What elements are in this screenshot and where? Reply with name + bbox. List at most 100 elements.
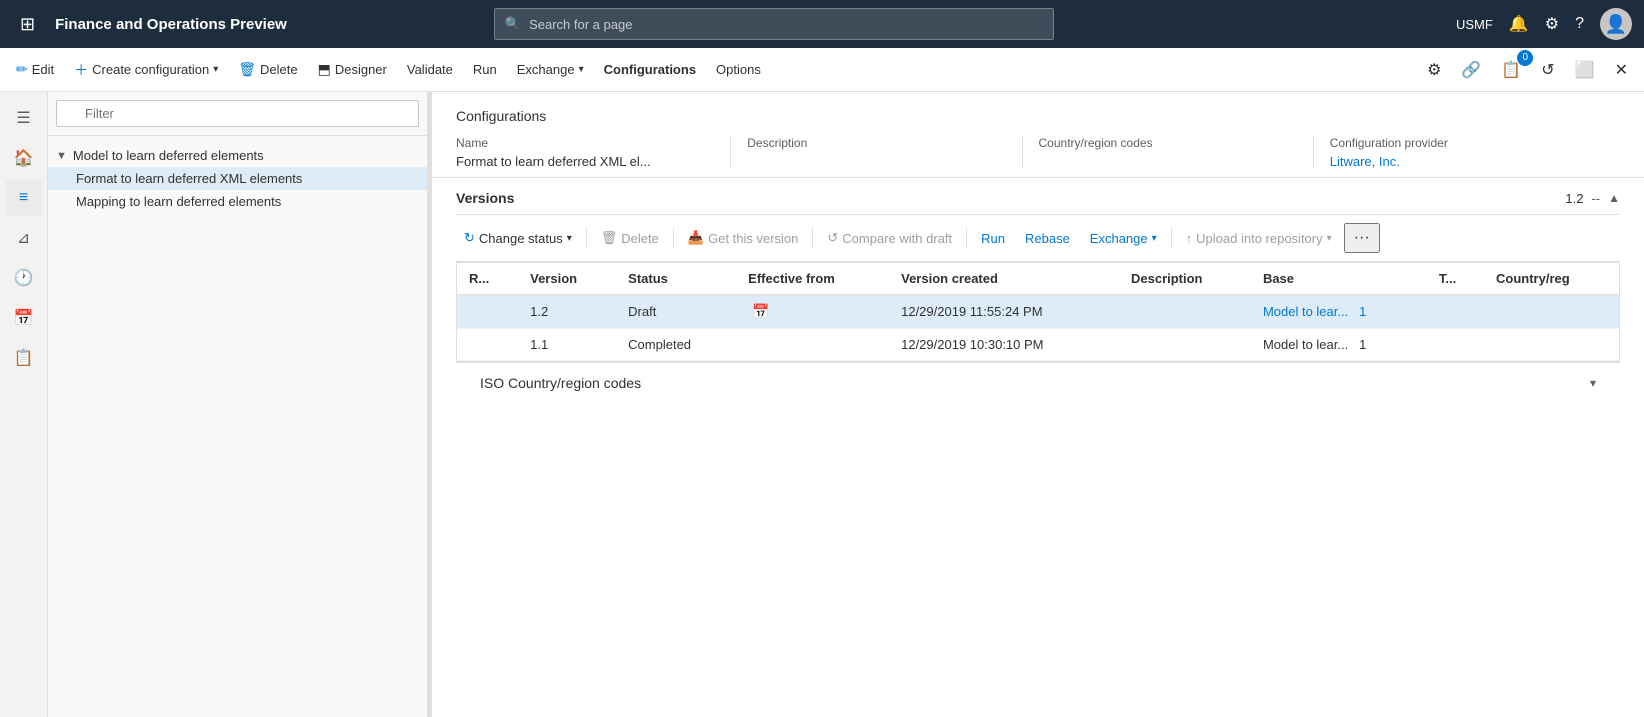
cell-base-1: Model to lear... 1 xyxy=(1251,295,1427,329)
delete-button[interactable]: 🗑 Delete xyxy=(230,55,305,84)
versions-run-button[interactable]: Run xyxy=(973,227,1013,250)
minimize-icon[interactable]: ⬜ xyxy=(1567,54,1603,86)
table-row[interactable]: 1.2 Draft 📅 12/29/2019 11:55:24 PM Model… xyxy=(457,295,1619,329)
tree-root-item[interactable]: ▼ Model to learn deferred elements xyxy=(48,144,427,167)
iso-chevron-icon: ▾ xyxy=(1590,376,1596,390)
cell-created-1: 12/29/2019 11:55:24 PM xyxy=(889,295,1119,329)
bookmark-icon[interactable]: ⚙ xyxy=(1419,54,1449,86)
designer-icon: ⬒ xyxy=(318,61,331,78)
avatar[interactable]: 👤 xyxy=(1600,8,1632,40)
calendar-icon-1[interactable]: 📅 xyxy=(752,303,769,319)
cell-created-2: 12/29/2019 10:30:10 PM xyxy=(889,329,1119,361)
run-button[interactable]: Run xyxy=(465,56,505,83)
compare-button[interactable]: ↺ Compare with draft xyxy=(819,226,960,250)
versions-controls: 1.2 -- ▲ xyxy=(1565,191,1620,206)
toolbar-separator-5 xyxy=(1171,228,1172,248)
bell-icon[interactable]: 🔔 xyxy=(1509,14,1529,34)
tree-item-mapping-label: Mapping to learn deferred elements xyxy=(76,194,419,209)
settings-icon[interactable]: ⚙ xyxy=(1545,14,1559,34)
more-button[interactable]: ··· xyxy=(1344,223,1380,253)
cell-version-1: 1.2 xyxy=(518,295,616,329)
sidebar-icon-report[interactable]: 📋 xyxy=(6,340,42,376)
cell-effective-2 xyxy=(736,329,889,361)
upload-button[interactable]: ↑ Upload into repository ▾ xyxy=(1178,227,1340,250)
search-input[interactable] xyxy=(529,17,1043,32)
cell-country-1 xyxy=(1484,295,1619,329)
col-effective-from: Effective from xyxy=(736,263,889,295)
sidebar-icon-bar: ☰ 🏠 ≡ ⊿ 🕐 📅 📋 xyxy=(0,92,48,717)
create-icon: ＋ xyxy=(74,60,88,80)
top-nav-right: USMF 🔔 ⚙ ? 👤 xyxy=(1456,8,1632,40)
upload-chevron-icon: ▾ xyxy=(1327,233,1332,244)
change-status-button[interactable]: ↻ Change status ▾ xyxy=(456,226,580,250)
sidebar-icon-list[interactable]: ≡ xyxy=(6,180,42,216)
sidebar-icon-calendar[interactable]: 📅 xyxy=(6,300,42,336)
designer-button[interactable]: ⬒ Designer xyxy=(310,55,395,84)
name-label: Name xyxy=(456,136,714,150)
config-field-name: Name Format to learn deferred XML el... xyxy=(456,136,731,169)
content-area: Configurations Name Format to learn defe… xyxy=(432,92,1644,717)
tree-item-format[interactable]: Format to learn deferred XML elements xyxy=(48,167,427,190)
app-title: Finance and Operations Preview xyxy=(55,16,287,33)
country-label: Country/region codes xyxy=(1039,136,1297,150)
command-bar: ✏ Edit ＋ Create configuration ▾ 🗑 Delete… xyxy=(0,48,1644,92)
username-label: USMF xyxy=(1456,17,1493,32)
config-fields: Name Format to learn deferred XML el... … xyxy=(456,136,1620,169)
filter-input[interactable] xyxy=(56,100,419,127)
fullscreen-icon[interactable]: 🔗 xyxy=(1453,54,1489,86)
options-button[interactable]: Options xyxy=(708,56,769,83)
tree-item-mapping[interactable]: Mapping to learn deferred elements xyxy=(48,190,427,213)
exchange-versions-button[interactable]: Exchange ▾ xyxy=(1082,227,1165,250)
versions-collapse-icon[interactable]: ▲ xyxy=(1608,191,1620,205)
tree-root-label: Model to learn deferred elements xyxy=(73,148,419,163)
col-status: Status xyxy=(616,263,736,295)
cell-t-1 xyxy=(1427,295,1484,329)
provider-label: Configuration provider xyxy=(1330,136,1588,150)
cell-status-2: Completed xyxy=(616,329,736,361)
tree-chevron-icon: ▼ xyxy=(56,150,67,162)
version-dash: -- xyxy=(1591,191,1600,206)
versions-delete-icon: 🗑 xyxy=(601,230,618,246)
sidebar-icon-history[interactable]: 🕐 xyxy=(6,260,42,296)
tree-content: ▼ Model to learn deferred elements Forma… xyxy=(48,136,427,717)
change-status-icon: ↻ xyxy=(464,230,475,246)
version-number: 1.2 xyxy=(1565,191,1583,206)
description-label: Description xyxy=(747,136,1005,150)
tree-item-format-label: Format to learn deferred XML elements xyxy=(76,171,419,186)
search-container: 🔍 xyxy=(494,8,1054,40)
cell-r-2 xyxy=(457,329,518,361)
change-status-chevron-icon: ▾ xyxy=(567,233,572,244)
exchange-chevron-icon: ▾ xyxy=(579,64,584,75)
top-navigation: ⊞ Finance and Operations Preview 🔍 USMF … xyxy=(0,0,1644,48)
sidebar-icon-hamburger[interactable]: ☰ xyxy=(6,100,42,136)
iso-section[interactable]: ISO Country/region codes ▾ xyxy=(456,362,1620,403)
waffle-icon[interactable]: ⊞ xyxy=(12,10,43,39)
edit-button[interactable]: ✏ Edit xyxy=(8,55,62,84)
cell-version-2: 1.1 xyxy=(518,329,616,361)
rebase-button[interactable]: Rebase xyxy=(1017,227,1078,250)
versions-header: Versions 1.2 -- ▲ xyxy=(456,178,1620,215)
close-icon[interactable]: ✕ xyxy=(1607,54,1636,86)
help-icon[interactable]: ? xyxy=(1575,15,1584,33)
table-row[interactable]: 1.1 Completed 12/29/2019 10:30:10 PM Mod… xyxy=(457,329,1619,361)
configurations-button[interactable]: Configurations xyxy=(596,56,704,83)
col-description: Description xyxy=(1119,263,1251,295)
versions-delete-button[interactable]: 🗑 Delete xyxy=(593,226,667,250)
toolbar-separator-2 xyxy=(673,228,674,248)
get-version-button[interactable]: 📥 Get this version xyxy=(680,226,807,250)
validate-button[interactable]: Validate xyxy=(399,56,461,83)
sidebar-icon-home[interactable]: 🏠 xyxy=(6,140,42,176)
create-config-button[interactable]: ＋ Create configuration ▾ xyxy=(66,54,226,86)
main-layout: ☰ 🏠 ≡ ⊿ 🕐 📅 📋 🔍 ▼ Model to learn deferre… xyxy=(0,92,1644,717)
refresh-icon[interactable]: ↺ xyxy=(1533,54,1562,86)
sidebar-icon-filter[interactable]: ⊿ xyxy=(6,220,42,256)
col-version-created: Version created xyxy=(889,263,1119,295)
provider-value[interactable]: Litware, Inc. xyxy=(1330,154,1588,169)
config-field-provider: Configuration provider Litware, Inc. xyxy=(1330,136,1604,169)
base-num-link-1[interactable]: 1 xyxy=(1359,304,1366,319)
col-r: R... xyxy=(457,263,518,295)
exchange-button[interactable]: Exchange ▾ xyxy=(509,56,592,83)
notification-badge[interactable]: 📋0 xyxy=(1493,54,1529,86)
base-link-1[interactable]: Model to lear... xyxy=(1263,304,1348,319)
cell-desc-1 xyxy=(1119,295,1251,329)
